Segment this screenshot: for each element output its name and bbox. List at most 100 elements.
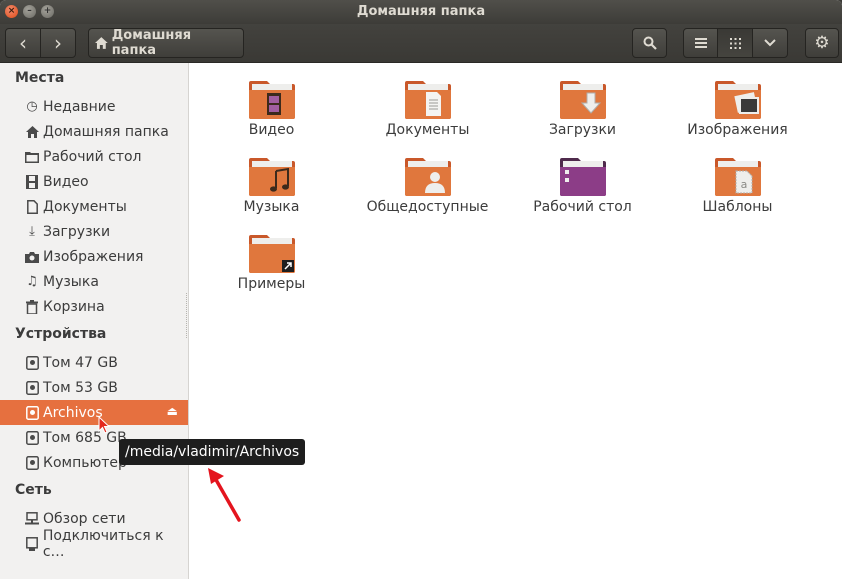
- folder-downloads-icon: [559, 79, 606, 119]
- folder-desktop-icon: [559, 156, 606, 196]
- file-item-templates[interactable]: a Шаблоны: [660, 156, 815, 215]
- minimize-window-button[interactable]: –: [23, 5, 36, 18]
- breadcrumb-label: Домашняя папка: [111, 28, 192, 58]
- folder-documents-icon: [404, 79, 451, 119]
- close-window-button[interactable]: ×: [5, 5, 18, 18]
- folder-public-icon: [404, 156, 451, 196]
- search-button[interactable]: [632, 28, 667, 58]
- sidebar-item-downloads[interactable]: ⤓ Загрузки: [0, 219, 188, 244]
- folder-videos-icon: [248, 79, 295, 119]
- file-item-downloads[interactable]: Загрузки: [505, 79, 660, 138]
- file-item-examples[interactable]: Примеры: [194, 233, 349, 292]
- grid-icon: [729, 37, 741, 49]
- devices-heading: Устройства: [15, 326, 107, 342]
- sidebar-item-label: Недавние: [43, 98, 116, 115]
- file-item-label: Музыка: [243, 199, 300, 215]
- view-options-button[interactable]: [752, 28, 788, 58]
- sidebar-item-recent[interactable]: ◷ Недавние: [0, 94, 188, 119]
- connect-icon: [24, 536, 40, 552]
- sidebar-item-documents[interactable]: Документы: [0, 194, 188, 219]
- drive-icon: [24, 405, 40, 421]
- sidebar-item-label: Том 53 GB: [43, 379, 118, 396]
- drive-icon: [24, 380, 40, 396]
- file-item-label: Изображения: [687, 122, 788, 138]
- window-title: Домашняя папка: [356, 4, 486, 19]
- sidebar-item-label: Домашняя папка: [43, 123, 169, 140]
- sidebar-item-label: Том 47 GB: [43, 354, 118, 371]
- back-button[interactable]: ‹: [5, 28, 41, 58]
- file-item-music[interactable]: Музыка: [194, 156, 349, 215]
- network-heading: Сеть: [15, 482, 52, 498]
- title-bar[interactable]: × – + Домашняя папка: [0, 0, 842, 24]
- grid-view-button[interactable]: [717, 28, 753, 58]
- sidebar-item-label: Корзина: [43, 298, 105, 315]
- annotation-arrow-icon: [208, 468, 241, 522]
- home-icon: [24, 124, 40, 140]
- file-grid: Видео Документы Загрузки Изображения Муз…: [190, 63, 842, 579]
- folder-music-icon: [248, 156, 295, 196]
- list-icon: [694, 38, 707, 48]
- sidebar-item-label: Archivos: [43, 404, 103, 421]
- file-item-label: Видео: [248, 122, 295, 138]
- sidebar-item-label: Обзор сети: [43, 510, 126, 527]
- sidebar-item-volume-53[interactable]: Том 53 GB: [0, 375, 188, 400]
- sidebar-item-label: Том 685 GB: [43, 429, 127, 446]
- path-tooltip: /media/vladimir/Archivos: [119, 439, 306, 465]
- drive-icon: [24, 355, 40, 371]
- sidebar-item-volume-47[interactable]: Том 47 GB: [0, 350, 188, 375]
- sidebar-item-archivos[interactable]: Archivos ⏏: [0, 400, 188, 425]
- eject-icon[interactable]: ⏏: [167, 404, 178, 418]
- camera-icon: [24, 249, 40, 265]
- file-item-desktop[interactable]: Рабочий стол: [505, 156, 660, 215]
- sidebar-item-label: Компьютер: [43, 454, 127, 471]
- sidebar-item-label: Подключиться к с…: [42, 527, 164, 560]
- sidebar-item-label: Документы: [43, 198, 127, 215]
- file-item-public[interactable]: Общедоступные: [350, 156, 505, 215]
- breadcrumb-home[interactable]: Домашняя папка: [88, 28, 244, 58]
- download-icon: ⤓: [29, 224, 35, 239]
- mouse-cursor-icon: [98, 416, 111, 434]
- sidebar-item-trash[interactable]: Корзина: [0, 294, 188, 319]
- folder-examples-icon: [248, 233, 295, 273]
- chevron-left-icon: ‹: [19, 31, 27, 55]
- sidebar-item-pictures[interactable]: Изображения: [0, 244, 188, 269]
- forward-button[interactable]: ›: [40, 28, 76, 58]
- maximize-window-button[interactable]: +: [41, 5, 54, 18]
- file-item-documents[interactable]: Документы: [350, 79, 505, 138]
- toolbar: ‹ › Домашняя папка ⚙: [0, 24, 842, 63]
- settings-button[interactable]: ⚙: [805, 28, 839, 58]
- drive-icon: [24, 455, 40, 471]
- trash-icon: [24, 299, 40, 315]
- file-item-videos[interactable]: Видео: [194, 79, 349, 138]
- sidebar-item-desktop[interactable]: Рабочий стол: [0, 144, 188, 169]
- file-item-label: Шаблоны: [702, 199, 773, 215]
- file-item-pictures[interactable]: Изображения: [660, 79, 815, 138]
- gear-icon: ⚙: [814, 33, 830, 53]
- sidebar-item-label: Музыка: [43, 273, 99, 290]
- folder-icon: [24, 149, 40, 165]
- clock-icon: ◷: [26, 99, 38, 114]
- file-manager-window: × – + Домашняя папка ‹ › Домашняя папка: [0, 0, 842, 579]
- sidebar-item-label: Изображения: [43, 248, 144, 265]
- folder-pictures-icon: [714, 79, 761, 119]
- svg-text:a: a: [740, 178, 747, 191]
- document-icon: [24, 199, 40, 215]
- sidebar-resize-handle[interactable]: [186, 293, 189, 338]
- file-item-label: Общедоступные: [366, 199, 489, 215]
- list-view-button[interactable]: [683, 28, 718, 58]
- places-heading: Места: [15, 70, 65, 86]
- sidebar-item-label: Загрузки: [43, 223, 111, 240]
- file-item-label: Примеры: [237, 276, 306, 292]
- network-icon: [24, 511, 40, 527]
- sidebar-item-home[interactable]: Домашняя папка: [0, 119, 188, 144]
- sidebar-item-label: Видео: [43, 173, 89, 190]
- file-item-label: Рабочий стол: [533, 199, 632, 215]
- sidebar-item-connect-server[interactable]: Подключиться к с…: [0, 528, 188, 560]
- file-item-label: Загрузки: [548, 122, 617, 138]
- film-icon: [24, 174, 40, 190]
- sidebar-item-videos[interactable]: Видео: [0, 169, 188, 194]
- sidebar: Места ◷ Недавние Домашняя папка Рабочий с…: [0, 63, 189, 579]
- search-icon: [643, 36, 657, 50]
- file-item-label: Документы: [385, 122, 470, 138]
- sidebar-item-music[interactable]: ♫ Музыка: [0, 269, 188, 294]
